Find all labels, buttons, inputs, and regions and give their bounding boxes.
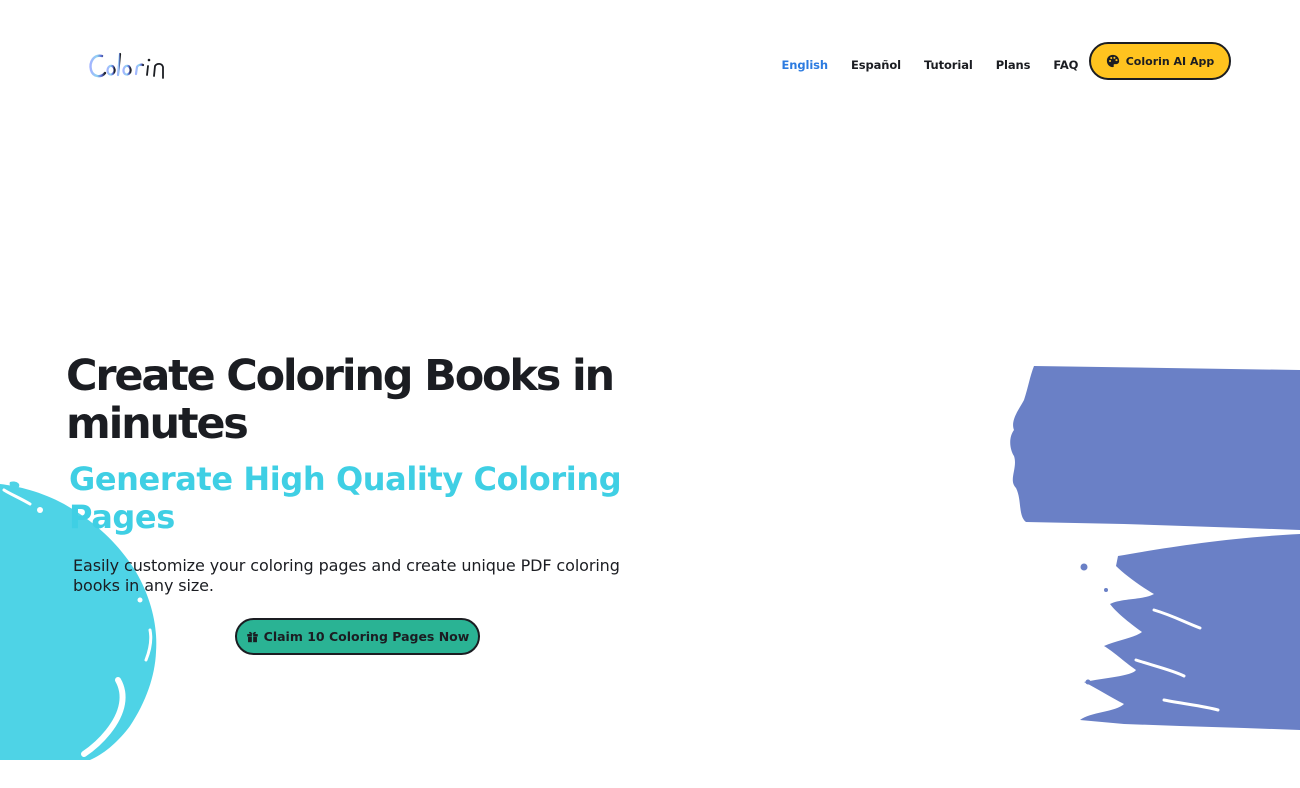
- colorin-ai-app-label: Colorin AI App: [1125, 54, 1215, 68]
- colorin-ai-app-button[interactable]: Colorin AI App: [1089, 42, 1231, 80]
- nav-link-tutorial[interactable]: Tutorial: [913, 57, 985, 73]
- main-nav: English Español Tutorial Plans FAQ: [770, 57, 1090, 73]
- nav-link-plans[interactable]: Plans: [984, 57, 1042, 73]
- claim-coloring-pages-button[interactable]: Claim 10 Coloring Pages Now: [235, 618, 480, 655]
- blue-paint-strokes: [1010, 366, 1300, 730]
- nav-link-faq[interactable]: FAQ: [1042, 57, 1090, 73]
- claim-coloring-pages-label: Claim 10 Coloring Pages Now: [263, 629, 470, 644]
- hero-description: Easily customize your coloring pages and…: [73, 556, 620, 595]
- nav-link-english[interactable]: English: [770, 57, 840, 73]
- hero-title: Create Coloring Books in minutes: [66, 351, 615, 449]
- colorin-logo[interactable]: [88, 48, 184, 84]
- hero-subtitle: Generate High Quality Coloring Pages: [69, 460, 622, 536]
- palette-icon: [1106, 54, 1119, 68]
- nav-link-espanol[interactable]: Español: [840, 57, 913, 73]
- gift-icon: [246, 631, 258, 643]
